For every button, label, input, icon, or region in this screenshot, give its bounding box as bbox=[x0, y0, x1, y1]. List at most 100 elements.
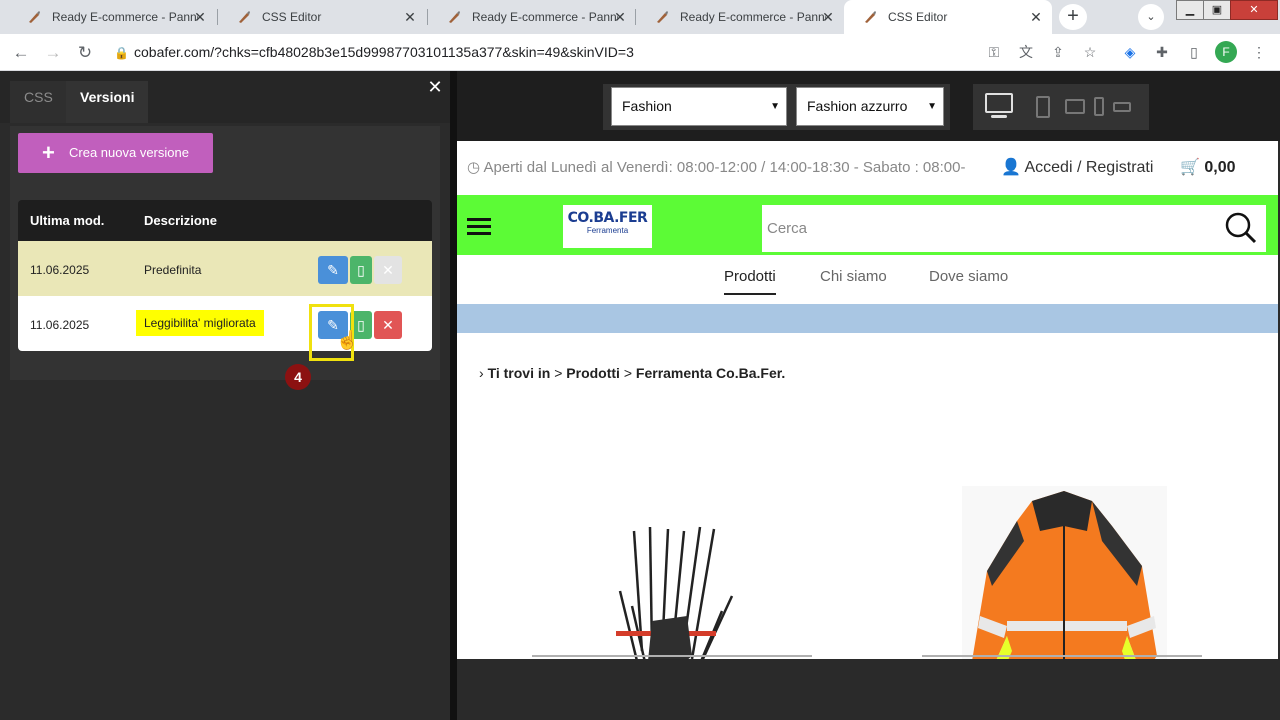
tablet-portrait-icon[interactable] bbox=[1036, 96, 1050, 118]
versions-table: Ultima mod. Descrizione 11.06.2025 Prede… bbox=[18, 200, 432, 351]
pencil-icon: ✎ bbox=[327, 262, 339, 278]
tab-close-icon[interactable]: ✕ bbox=[1028, 9, 1044, 25]
cart-icon: 🛒 bbox=[1180, 159, 1205, 176]
browser-tab-4[interactable]: Ready E-commerce - Pannello ✕ bbox=[636, 0, 844, 34]
site-logo[interactable]: CO.BA.FER Ferramenta bbox=[563, 205, 652, 248]
delete-button[interactable]: ✕ bbox=[374, 256, 402, 284]
breadcrumb-prodotti[interactable]: Prodotti bbox=[566, 365, 620, 381]
browser-tab-5[interactable]: CSS Editor ✕ bbox=[844, 0, 1052, 34]
chevron-down-icon: ▼ bbox=[927, 101, 937, 112]
breadcrumb-current: Ferramenta Co.Ba.Fer. bbox=[635, 365, 786, 381]
site-preview: ◷ Aperti dal Lunedì al Venerdì: 08:00-12… bbox=[457, 141, 1278, 659]
duplicate-button[interactable]: ▯ bbox=[350, 256, 372, 284]
browser-tab-1[interactable]: Ready E-commerce - Pannello ✕ bbox=[8, 0, 216, 34]
skin-select-value: Fashion bbox=[622, 98, 672, 114]
hand-cursor-icon: ☝ bbox=[336, 330, 359, 350]
edit-button[interactable]: ✎ bbox=[318, 256, 348, 284]
browser-tab-2[interactable]: CSS Editor ✕ bbox=[218, 0, 426, 34]
site-nav: Prodotti Chi siamo Dove siamo bbox=[457, 255, 1278, 303]
step-badge: 4 bbox=[285, 364, 311, 390]
product-image-jacket[interactable] bbox=[962, 486, 1167, 659]
close-icon[interactable]: ✕ bbox=[424, 76, 446, 98]
phone-landscape-icon[interactable] bbox=[1113, 102, 1131, 112]
table-header: Ultima mod. Descrizione bbox=[18, 200, 432, 241]
lock-icon: 🔒 bbox=[114, 46, 129, 60]
plus-icon: + bbox=[42, 140, 55, 165]
extension-icon[interactable]: ◈ bbox=[1121, 43, 1139, 61]
new-tab-button[interactable]: + bbox=[1059, 4, 1087, 30]
tab-close-icon[interactable]: ✕ bbox=[192, 9, 208, 25]
clock-icon: ◷ bbox=[467, 159, 484, 176]
nav-dove-siamo[interactable]: Dove siamo bbox=[929, 268, 1008, 285]
site-topbar: ◷ Aperti dal Lunedì al Venerdì: 08:00-12… bbox=[457, 141, 1278, 195]
hamburger-menu-icon[interactable] bbox=[467, 218, 491, 236]
new-version-button[interactable]: + Crea nuova versione bbox=[18, 133, 213, 173]
share-icon[interactable]: ⇪ bbox=[1049, 43, 1067, 61]
tablet-landscape-icon[interactable] bbox=[1065, 99, 1085, 114]
phone-portrait-icon[interactable] bbox=[1094, 97, 1104, 116]
maximize-button[interactable]: ▣ bbox=[1203, 0, 1231, 20]
browser-tab-title: Ready E-commerce - Pannello bbox=[52, 10, 198, 24]
breadcrumb-separator: > bbox=[554, 365, 563, 381]
device-switcher bbox=[973, 84, 1149, 130]
login-text: Accedi / Registrati bbox=[1024, 159, 1154, 176]
skin-select[interactable]: Fashion ▼ bbox=[611, 87, 787, 126]
browser-tab-title: CSS Editor bbox=[888, 10, 948, 24]
address-bar[interactable]: 🔒 cobafer.com/?chks=cfb48028b3e15d9998770… bbox=[114, 38, 964, 67]
tab-close-icon[interactable]: ✕ bbox=[820, 9, 836, 25]
skin-selectors: Fashion ▼ Fashion azzurro ▼ bbox=[603, 84, 950, 130]
panel-splitter[interactable] bbox=[450, 71, 457, 720]
preview-footer bbox=[457, 659, 1280, 720]
url-text: cobafer.com/?chks=cfb48028b3e15d99987703… bbox=[134, 44, 634, 60]
header-description: Descrizione bbox=[144, 213, 217, 228]
login-link[interactable]: 👤 Accedi / Registrati bbox=[1001, 157, 1153, 177]
bookmark-star-icon[interactable]: ☆ bbox=[1081, 43, 1099, 61]
opening-hours: ◷ Aperti dal Lunedì al Venerdì: 08:00-12… bbox=[467, 158, 965, 176]
tab-versioni[interactable]: Versioni bbox=[66, 81, 149, 123]
forward-icon[interactable]: → bbox=[40, 40, 66, 66]
search-input[interactable]: Cerca bbox=[762, 205, 1266, 252]
cart-total: 0,00 bbox=[1204, 159, 1236, 176]
tab-css[interactable]: CSS bbox=[10, 81, 67, 123]
tab-search-button[interactable]: ⌄ bbox=[1138, 4, 1164, 30]
brush-icon bbox=[862, 9, 878, 25]
profile-avatar[interactable]: F bbox=[1215, 41, 1237, 63]
tab-close-icon[interactable]: ✕ bbox=[402, 9, 418, 25]
editor-tabbar: CSS Versioni ✕ bbox=[0, 71, 450, 123]
variant-select[interactable]: Fashion azzurro ▼ bbox=[796, 87, 944, 126]
cart-link[interactable]: 🛒 0,00 bbox=[1180, 157, 1236, 177]
browser-tabstrip: Ready E-commerce - Pannello ✕ CSS Editor… bbox=[0, 0, 1280, 34]
banner-strip bbox=[457, 304, 1278, 333]
browser-toolbar: ← → ↻ 🔒 cobafer.com/?chks=cfb48028b3e15d9… bbox=[0, 34, 1280, 71]
puzzle-icon[interactable]: ✚ bbox=[1153, 43, 1171, 61]
copy-icon: ▯ bbox=[357, 262, 365, 278]
preview-pane: Fashion ▼ Fashion azzurro ▼ ◷ Aperti dal… bbox=[457, 71, 1280, 720]
row-date: 11.06.2025 bbox=[30, 263, 90, 277]
nav-prodotti[interactable]: Prodotti bbox=[724, 268, 776, 295]
close-icon: ✕ bbox=[382, 317, 394, 333]
nav-chi-siamo[interactable]: Chi siamo bbox=[820, 268, 887, 285]
search-icon[interactable] bbox=[1224, 211, 1258, 245]
back-icon[interactable]: ← bbox=[8, 40, 34, 66]
brush-icon bbox=[236, 9, 252, 25]
side-panel-icon[interactable]: ▯ bbox=[1185, 43, 1203, 61]
browser-tab-title: Ready E-commerce - Pannello bbox=[472, 10, 618, 24]
breadcrumb-prefix: Ti trovi in bbox=[487, 365, 551, 381]
minimize-button[interactable]: ▁ bbox=[1176, 0, 1204, 20]
key-icon[interactable]: ⚿ bbox=[985, 43, 1003, 61]
reload-icon[interactable]: ↻ bbox=[72, 40, 98, 66]
delete-button[interactable]: ✕ bbox=[374, 311, 402, 339]
translate-icon[interactable]: 文 bbox=[1017, 43, 1035, 61]
table-row: 11.06.2025 Leggibilita' migliorata ✎ ▯ ✕ bbox=[18, 296, 432, 351]
browser-tab-3[interactable]: Ready E-commerce - Pannello ✕ bbox=[428, 0, 636, 34]
product-image-rake[interactable] bbox=[612, 521, 737, 659]
kebab-menu-icon[interactable]: ⋮ bbox=[1250, 43, 1268, 61]
tab-close-icon[interactable]: ✕ bbox=[612, 9, 628, 25]
preview-toolbar: Fashion ▼ Fashion azzurro ▼ bbox=[457, 71, 1280, 141]
logo-subtext: Ferramenta bbox=[586, 226, 629, 235]
desktop-icon[interactable] bbox=[985, 93, 1013, 113]
site-header: CO.BA.FER Ferramenta Cerca bbox=[457, 195, 1278, 255]
window-close-button[interactable]: ✕ bbox=[1230, 0, 1278, 20]
row-date: 11.06.2025 bbox=[30, 318, 90, 332]
breadcrumb-separator: > bbox=[623, 365, 633, 381]
